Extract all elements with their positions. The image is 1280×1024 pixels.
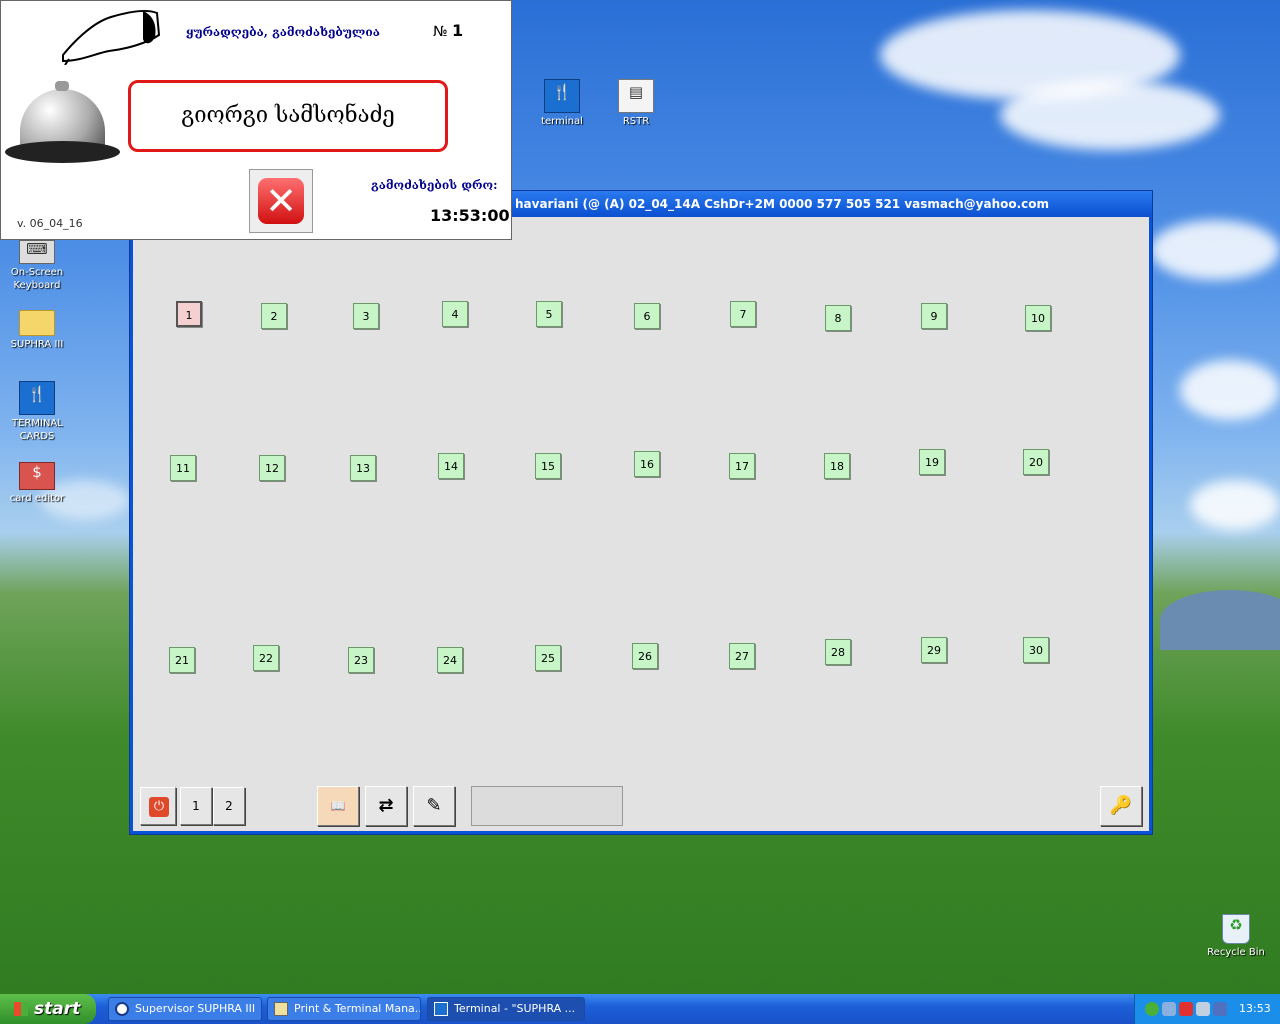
eye-icon (115, 1002, 129, 1016)
table-button-10[interactable]: 10 (1025, 305, 1051, 331)
table-button-19[interactable]: 19 (919, 449, 945, 475)
taskbar-item-print-terminal-manager[interactable]: Print & Terminal Mana... (267, 997, 421, 1021)
desktop-icon-suphra-iii[interactable]: SUPHRA III (2, 310, 72, 351)
table-button-9[interactable]: 9 (921, 303, 947, 329)
book-icon: 📖 (330, 799, 346, 813)
desktop-icon-label: card editor (9, 493, 65, 504)
restaurant-icon: 🍴 (544, 79, 580, 113)
table-button-29[interactable]: 29 (921, 637, 947, 663)
desktop-icon-rstr[interactable]: ▤ RSTR (601, 79, 671, 128)
power-icon: ⏻ (149, 797, 169, 817)
table-button-27[interactable]: 27 (729, 643, 755, 669)
close-icon: ✕ (258, 178, 304, 224)
table-button-14[interactable]: 14 (438, 453, 464, 479)
table-button-15[interactable]: 15 (535, 453, 561, 479)
table-button-24[interactable]: 24 (437, 647, 463, 673)
document-icon: ▤ (618, 79, 654, 113)
transfer-button[interactable]: ⇄ (365, 786, 407, 826)
recycle-bin-icon: ♻ (1222, 914, 1250, 944)
table-button-11[interactable]: 11 (170, 455, 196, 481)
desktop-icon-recycle-bin[interactable]: ♻ Recycle Bin (1201, 914, 1271, 959)
desktop-icon-label: SUPHRA III (10, 339, 64, 350)
table-button-23[interactable]: 23 (348, 647, 374, 673)
clock: 13:53 (1239, 1002, 1271, 1015)
table-button-22[interactable]: 22 (253, 645, 279, 671)
book-button[interactable]: 📖 (317, 786, 359, 826)
desktop-icon-terminal[interactable]: 🍴 terminal (527, 79, 597, 128)
table-button-17[interactable]: 17 (729, 453, 755, 479)
desktop-icon-label: terminal (541, 116, 583, 127)
call-number: № 1 (433, 21, 464, 40)
table-button-21[interactable]: 21 (169, 647, 195, 673)
status-field (471, 786, 623, 826)
table-button-18[interactable]: 18 (824, 453, 850, 479)
table-button-20[interactable]: 20 (1023, 449, 1049, 475)
popup-title: ყურადღება, გამოძახებულია (186, 25, 380, 39)
monitor-icon[interactable] (1162, 1002, 1176, 1016)
table-button-1[interactable]: 1 (176, 301, 202, 327)
call-notification-popup: ყურადღება, გამოძახებულია № 1 გიორგი სამს… (0, 0, 512, 240)
table-button-16[interactable]: 16 (634, 451, 660, 477)
printer-icon (274, 1002, 288, 1016)
table-button-25[interactable]: 25 (535, 645, 561, 671)
call-time: 13:53:00 (430, 206, 510, 225)
table-button-5[interactable]: 5 (536, 301, 562, 327)
table-button-6[interactable]: 6 (634, 303, 660, 329)
desktop-icon-terminal-cards[interactable]: 🍴 TERMINAL CARDS (2, 381, 72, 443)
page-1-button[interactable]: 1 (180, 787, 212, 825)
table-button-26[interactable]: 26 (632, 643, 658, 669)
terminal-window: havariani (@ (A) 02_04_14A CshDr+2M 0000… (129, 190, 1153, 835)
table-layout-area: 1 2 3 4 5 6 7 8 9 10 11 12 13 14 15 16 17 18 19 20 21 22 23 24 2… (133, 217, 1149, 831)
table-button-2[interactable]: 2 (261, 303, 287, 329)
power-button[interactable]: ⏻ (140, 787, 176, 825)
desktop-icon-on-screen-keyboard[interactable]: ⌨ On-Screen Keyboard (2, 240, 72, 292)
table-button-7[interactable]: 7 (730, 301, 756, 327)
taskbar: start Supervisor SUPHRA III Print & Term… (0, 994, 1280, 1024)
table-button-28[interactable]: 28 (825, 639, 851, 665)
desktop-icon-label: RSTR (622, 116, 650, 127)
table-button-12[interactable]: 12 (259, 455, 285, 481)
start-button[interactable]: start (0, 994, 96, 1024)
table-button-13[interactable]: 13 (350, 455, 376, 481)
hand-icon (61, 5, 161, 66)
edit-icon: ✎ (426, 795, 442, 816)
transfer-icon: ⇄ (378, 795, 394, 816)
desktop-icon-card-editor[interactable]: $ card editor (2, 462, 72, 505)
taskbar-item-supervisor[interactable]: Supervisor SUPHRA III (108, 997, 262, 1021)
version-label: v. 06_04_16 (17, 217, 83, 230)
restaurant-icon: 🍴 (19, 381, 55, 415)
bell-icon (5, 81, 120, 166)
display-icon[interactable] (1213, 1002, 1227, 1016)
table-button-8[interactable]: 8 (825, 305, 851, 331)
table-button-3[interactable]: 3 (353, 303, 379, 329)
system-tray: 13:53 (1134, 994, 1280, 1024)
folder-icon (19, 310, 55, 336)
windows-logo-icon (14, 1002, 28, 1016)
network-icon[interactable] (1145, 1002, 1159, 1016)
table-button-4[interactable]: 4 (442, 301, 468, 327)
table-button-30[interactable]: 30 (1023, 637, 1049, 663)
restaurant-icon (434, 1002, 448, 1016)
page-2-button[interactable]: 2 (213, 787, 245, 825)
speaker-icon[interactable] (1196, 1002, 1210, 1016)
call-time-label: გამოძახების დრო: (371, 178, 498, 192)
desktop-icon-label: TERMINAL CARDS (12, 418, 63, 442)
card-icon: $ (19, 462, 55, 490)
edit-button[interactable]: ✎ (413, 786, 455, 826)
security-shield-icon[interactable] (1179, 1002, 1193, 1016)
key-button[interactable]: 🔑 (1100, 786, 1142, 826)
desktop-icon-label: Recycle Bin (1207, 947, 1265, 958)
taskbar-item-terminal[interactable]: Terminal - "SUPHRA ... (427, 997, 585, 1021)
keyboard-icon: ⌨ (19, 240, 55, 264)
desktop-icon-label: On-Screen Keyboard (10, 267, 64, 291)
key-icon: 🔑 (1109, 795, 1133, 816)
close-button[interactable]: ✕ (249, 169, 313, 233)
caller-name: გიორგი სამსონაძე (128, 80, 448, 152)
